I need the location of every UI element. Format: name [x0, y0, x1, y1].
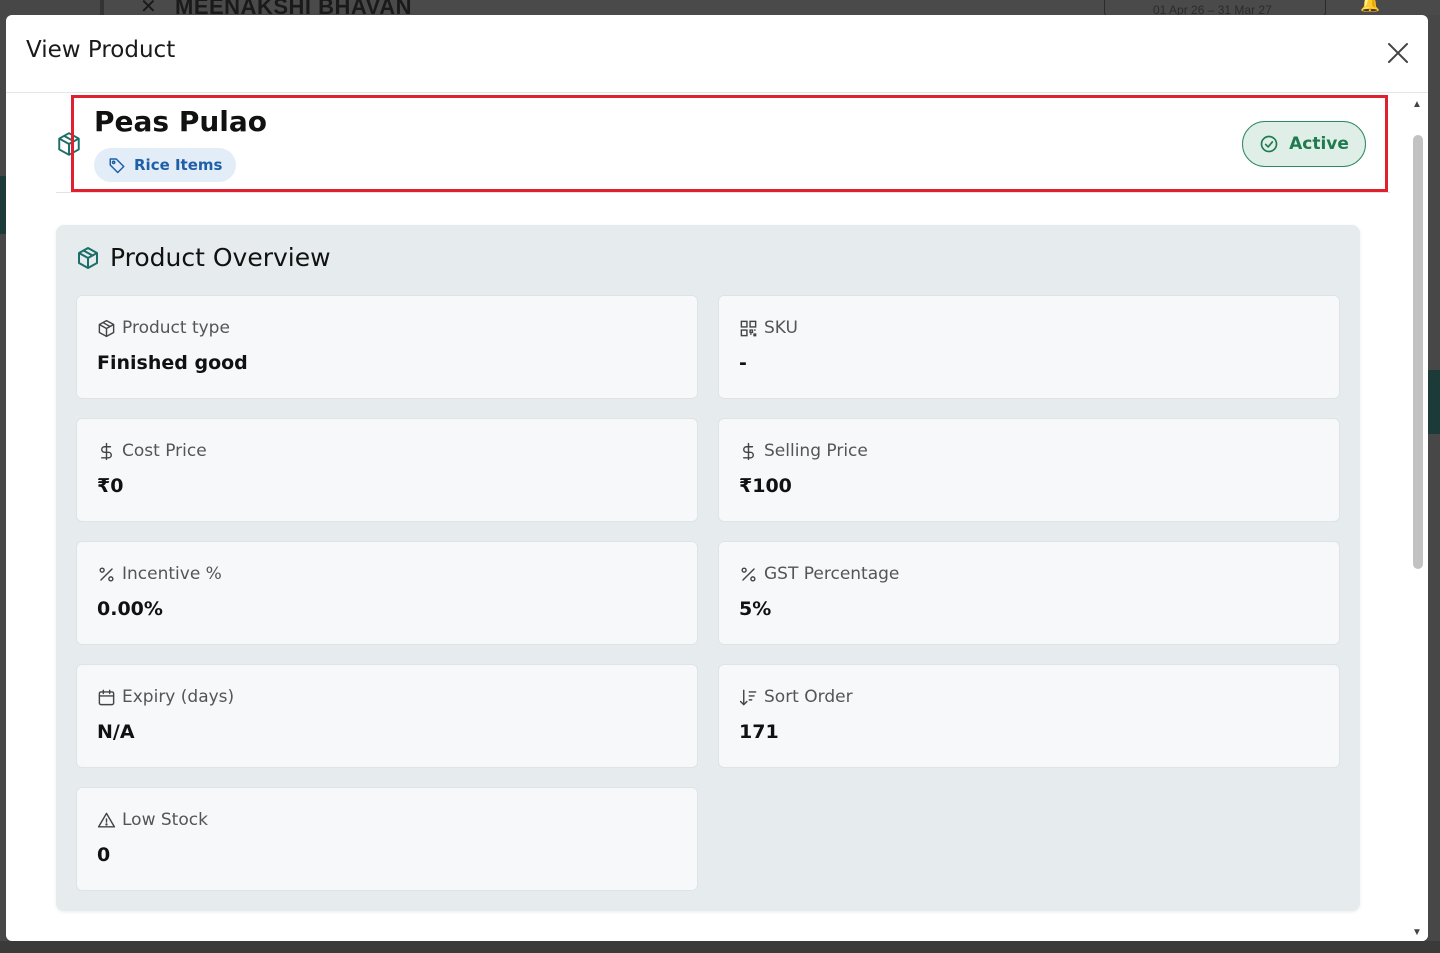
field-value: 5% — [739, 598, 772, 620]
modal-title: View Product — [26, 37, 176, 63]
percent-icon — [99, 566, 114, 582]
field-value: 0.00% — [97, 598, 163, 620]
field-value: ₹100 — [739, 475, 792, 497]
modal-scrollbar[interactable]: ▲ ▼ — [1406, 93, 1428, 941]
field-value: - — [739, 352, 747, 374]
field-value: ₹0 — [97, 475, 124, 497]
field-label: Low Stock — [122, 810, 208, 830]
product-overview-panel: Product Overview Product type Finished g… — [56, 225, 1360, 911]
background-footer — [0, 941, 1440, 953]
field-cost-price: Cost Price ₹0 — [76, 418, 698, 522]
field-product-type: Product type Finished good — [76, 295, 698, 399]
field-label-row: Sort Order — [739, 687, 853, 707]
background-bell-icon: 🔔 — [1360, 0, 1380, 13]
package-icon — [78, 246, 98, 269]
field-label: GST Percentage — [764, 564, 900, 584]
scroll-up-arrow-icon[interactable]: ▲ — [1412, 99, 1422, 110]
dollar-icon — [101, 442, 112, 460]
tag-icon — [109, 158, 125, 174]
field-label-row: SKU — [739, 318, 798, 338]
field-label-row: Expiry (days) — [97, 687, 234, 707]
field-label-row: Low Stock — [97, 810, 208, 830]
field-label: Product type — [122, 318, 230, 338]
box-icon — [98, 319, 115, 337]
scroll-down-arrow-icon[interactable]: ▼ — [1412, 927, 1422, 938]
field-value: N/A — [97, 721, 135, 743]
overview-header: Product Overview — [76, 243, 331, 272]
category-label: Rice Items — [134, 156, 223, 174]
field-value: 0 — [97, 844, 111, 866]
field-sort-order: Sort Order 171 — [718, 664, 1340, 768]
background-right-button — [1428, 370, 1440, 434]
close-icon — [1388, 43, 1408, 63]
field-low-stock: Low Stock 0 — [76, 787, 698, 891]
view-product-modal: View Product Peas Pulao Rice Items Activ… — [6, 15, 1428, 941]
package-icon — [58, 132, 80, 156]
field-label: Cost Price — [122, 441, 207, 461]
field-label: SKU — [764, 318, 798, 338]
field-value: 171 — [739, 721, 779, 743]
close-button[interactable] — [1384, 39, 1412, 67]
field-selling-price: Selling Price ₹100 — [718, 418, 1340, 522]
status-label: Active — [1289, 134, 1349, 154]
field-sku: SKU - — [718, 295, 1340, 399]
overview-title: Product Overview — [110, 243, 331, 272]
sort-icon — [739, 689, 757, 706]
field-label-row: GST Percentage — [739, 564, 899, 584]
warning-icon — [97, 812, 116, 828]
scroll-thumb[interactable] — [1413, 135, 1423, 569]
field-gst: GST Percentage 5% — [718, 541, 1340, 645]
percent-icon — [741, 566, 756, 582]
product-name: Peas Pulao — [94, 105, 268, 138]
field-label-row: Cost Price — [97, 441, 207, 461]
field-label-row: Product type — [97, 318, 230, 338]
field-label-row: Incentive % — [97, 564, 222, 584]
dollar-icon — [743, 442, 754, 460]
check-circle-icon — [1260, 135, 1278, 153]
field-label: Selling Price — [764, 441, 868, 461]
field-incentive: Incentive % 0.00% — [76, 541, 698, 645]
field-label: Sort Order — [764, 687, 853, 707]
calendar-icon — [98, 689, 115, 705]
modal-body[interactable]: Peas Pulao Rice Items Active Product Ove… — [6, 93, 1428, 941]
field-label-row: Selling Price — [739, 441, 868, 461]
status-badge: Active — [1242, 121, 1366, 167]
category-tag: Rice Items — [94, 148, 237, 182]
field-value: Finished good — [97, 352, 248, 374]
field-label: Expiry (days) — [122, 687, 235, 707]
product-header: Peas Pulao Rice Items Active — [56, 93, 1390, 193]
qr-code-icon — [740, 320, 757, 336]
field-label: Incentive % — [122, 564, 222, 584]
field-expiry: Expiry (days) N/A — [76, 664, 698, 768]
modal-header: View Product — [6, 15, 1428, 93]
